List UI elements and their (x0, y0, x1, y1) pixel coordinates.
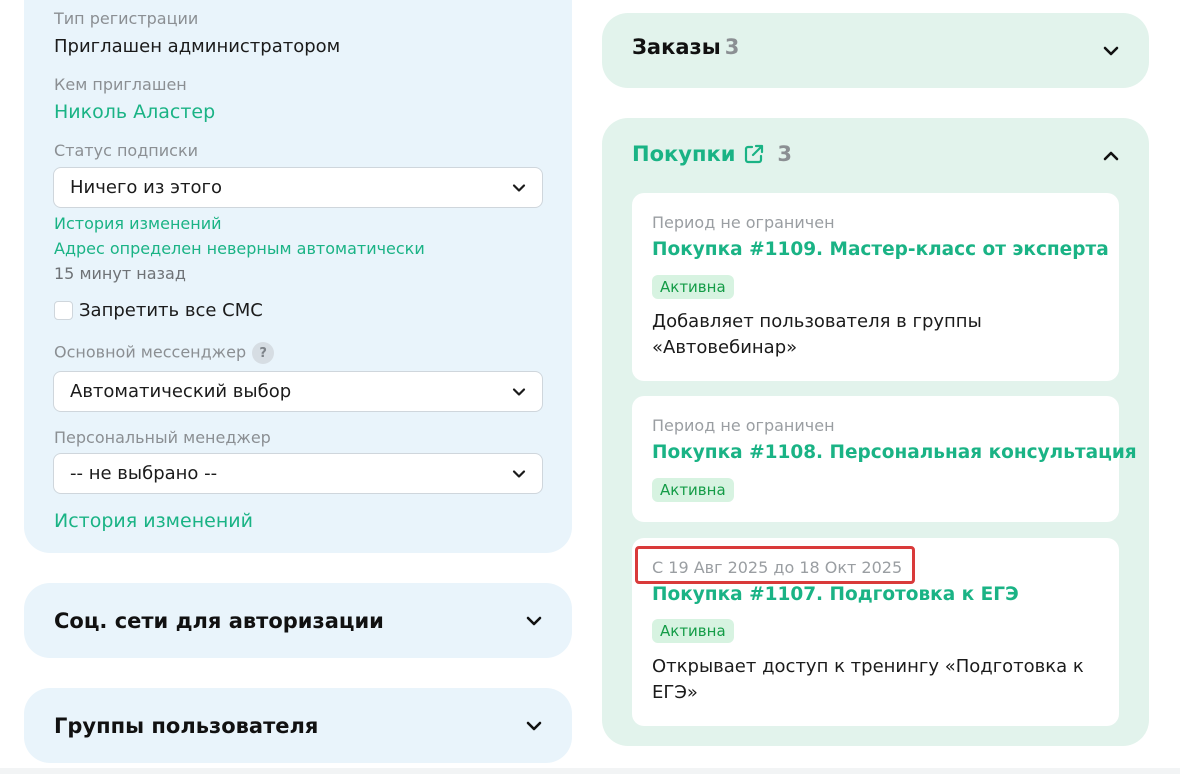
ban-sms-checkbox[interactable] (54, 301, 73, 320)
user-groups-section[interactable]: Группы пользователя (24, 688, 572, 763)
status-badge: Активна (652, 478, 734, 502)
chevron-down-icon (512, 388, 526, 396)
messenger-label: Основной мессенджер (54, 342, 247, 362)
purchase-item: Период не ограничен Покупка #1109. Масте… (632, 193, 1119, 381)
purchase-item: Период не ограничен Покупка #1108. Персо… (632, 396, 1137, 522)
help-icon[interactable]: ? (252, 342, 275, 364)
time-ago: 15 минут назад (54, 264, 186, 283)
registration-type-label: Тип регистрации (54, 9, 199, 28)
orders-title: Заказы (632, 35, 721, 59)
manager-select[interactable]: -- не выбрано -- (53, 453, 543, 494)
messenger-label-row: Основной мессенджер? (54, 342, 275, 364)
invited-by-link[interactable]: Николь Аластер (54, 101, 215, 123)
page-bottom-edge (0, 768, 1180, 774)
social-auth-title: Соц. сети для авторизации (54, 608, 384, 633)
orders-title-row: Заказы 3 (632, 35, 739, 59)
chevron-down-icon (512, 184, 526, 192)
purchases-count: 3 (777, 142, 793, 166)
user-groups-title: Группы пользователя (54, 713, 319, 738)
orders-count: 3 (724, 35, 740, 59)
chevron-up-icon[interactable] (1103, 149, 1119, 163)
address-note-link[interactable]: Адрес определен неверным автоматически (54, 239, 425, 258)
purchase-period: Период не ограничен (652, 416, 835, 435)
manager-label: Персональный менеджер (54, 428, 271, 447)
ban-sms-label: Запретить все СМС (79, 300, 263, 321)
purchase-title-link[interactable]: Покупка #1109. Мастер-класс от эксперта (652, 239, 1109, 260)
history-link[interactable]: История изменений (54, 214, 222, 233)
purchase-description: Добавляет пользователя в группы «Автовеб… (652, 311, 982, 358)
highlight-box (635, 546, 915, 584)
orders-section[interactable]: Заказы 3 (602, 13, 1149, 88)
messenger-select[interactable]: Автоматический выбор (53, 371, 543, 412)
manager-value: -- не выбрано -- (70, 463, 218, 484)
subscription-status-label: Статус подписки (54, 141, 198, 160)
subscription-status-select[interactable]: Ничего из этого (53, 167, 543, 208)
subscription-status-value: Ничего из этого (70, 177, 222, 198)
purchase-title-link[interactable]: Покупка #1108. Персональная консультация (652, 442, 1137, 463)
history-link-2[interactable]: История изменений (54, 510, 253, 532)
purchase-title-link[interactable]: Покупка #1107. Подготовка к ЕГЭ (652, 584, 1019, 605)
ban-sms-row[interactable]: Запретить все СМС (54, 300, 263, 321)
purchases-title[interactable]: Покупки (632, 142, 735, 166)
status-badge: Активна (652, 619, 734, 643)
registration-type-value: Приглашен администратором (54, 36, 341, 57)
purchases-header[interactable]: Покупки 3 (632, 142, 792, 166)
messenger-value: Автоматический выбор (70, 381, 292, 402)
purchase-description: Открывает доступ к тренингу «Подготовка … (652, 656, 1084, 703)
chevron-down-icon (512, 470, 526, 478)
social-auth-section[interactable]: Соц. сети для авторизации (24, 583, 572, 658)
purchase-period: Период не ограничен (652, 213, 835, 232)
purchases-section: Покупки 3 Период не ограничен Покупка #1… (602, 118, 1149, 746)
status-badge: Активна (652, 275, 734, 299)
invited-by-label: Кем приглашен (54, 75, 187, 94)
chevron-down-icon[interactable] (1103, 44, 1119, 58)
chevron-down-icon[interactable] (526, 614, 542, 628)
external-link-icon[interactable] (743, 143, 765, 165)
chevron-down-icon[interactable] (526, 719, 542, 733)
